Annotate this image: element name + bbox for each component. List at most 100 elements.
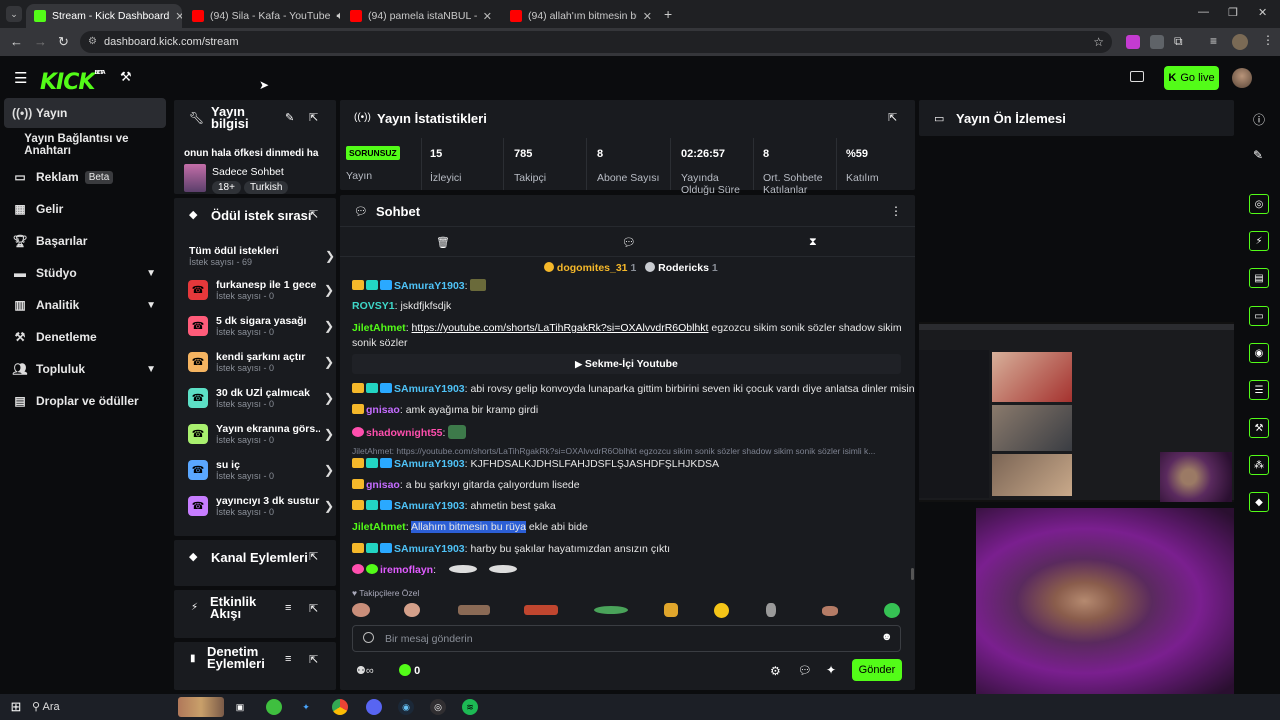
rail-document-icon[interactable]: ▤: [1249, 268, 1269, 288]
sidebar-item-analitik[interactable]: ▥ Analitik ▼: [4, 290, 166, 320]
new-tab-icon[interactable]: +: [664, 6, 672, 22]
channel-points-icon[interactable]: ⚉∞: [356, 664, 374, 677]
rail-chat-icon[interactable]: ▭: [1249, 306, 1269, 326]
emote[interactable]: [884, 603, 900, 618]
reward-item[interactable]: ☎ Yayın ekranına görs... İstek sayısı - 0 ❯: [188, 416, 334, 452]
emote[interactable]: [822, 606, 838, 616]
restore-icon[interactable]: ❐: [1228, 6, 1238, 19]
chat-username[interactable]: JiletAhmet: [352, 521, 406, 533]
emote[interactable]: [404, 603, 420, 617]
back-icon[interactable]: ←: [10, 34, 23, 49]
audio-icon[interactable]: 🔊︎: [336, 10, 340, 23]
sidebar-item-topluluk[interactable]: 👥︎ Topluluk ▼: [4, 354, 166, 384]
rail-list-icon[interactable]: ☰: [1249, 380, 1269, 400]
sidebar-item-droplar[interactable]: ▤ Droplar ve ödüller: [4, 386, 166, 416]
emote[interactable]: [766, 603, 776, 617]
kick-points-badge[interactable]: 0: [399, 664, 420, 677]
rail-gift-icon[interactable]: ◆: [1249, 492, 1269, 512]
taskbar-search[interactable]: ⚲ Ara: [32, 698, 172, 716]
chat-username[interactable]: SAmuraY1903: [394, 500, 465, 512]
steam-icon[interactable]: ◉: [398, 699, 414, 715]
sidebar-item-studyo[interactable]: ▬ Stüdyo ▼: [4, 258, 166, 288]
forward-icon[interactable]: →: [34, 34, 47, 49]
profile-avatar[interactable]: [1232, 34, 1248, 50]
chat-username[interactable]: shadownight55: [366, 427, 442, 439]
close-tab-icon[interactable]: ✕: [483, 10, 492, 23]
taskbar-weather-widget[interactable]: [178, 697, 224, 717]
reward-item[interactable]: ☎ kendi şarkını açtır İstek sayısı - 0 ❯: [188, 344, 334, 380]
popout-icon[interactable]: ⇱: [309, 111, 318, 124]
reward-item[interactable]: ☎ yayıncıyı 3 dk sustur İstek sayısı - 0 ❯: [188, 488, 334, 524]
go-live-button[interactable]: K Go live: [1164, 66, 1219, 90]
chrome-icon[interactable]: [332, 699, 348, 715]
rail-bolt-icon[interactable]: ⚡︎: [1249, 231, 1269, 251]
tab-youtube-allahim[interactable]: (94) allah'ım bitmesin bu rüya - ✕: [502, 4, 660, 28]
rail-wrench-icon[interactable]: ⚒: [1249, 418, 1269, 438]
chat-mode-icon[interactable]: 💬︎: [622, 236, 636, 249]
chat-menu-icon[interactable]: ⋮: [890, 204, 902, 218]
emote[interactable]: [458, 605, 490, 615]
sidebar-item-reklam[interactable]: ▭ Reklam Beta: [4, 162, 166, 192]
bookmark-star-icon[interactable]: ☆: [1093, 31, 1104, 53]
chat-username[interactable]: iremoflayn: [380, 564, 433, 576]
send-button[interactable]: Gönder: [852, 659, 902, 681]
chat-username[interactable]: gnisao: [366, 479, 400, 491]
chat-username[interactable]: gnisao: [366, 404, 400, 416]
all-rewards-item[interactable]: Tüm ödül istekleri İstek sayısı - 69 ❯: [189, 238, 335, 274]
sidebar-item-denetleme[interactable]: ⚒ Denetleme: [4, 322, 166, 352]
rail-target-icon[interactable]: ◎: [1249, 194, 1269, 214]
close-tab-icon[interactable]: ✕: [175, 10, 182, 23]
rail-broadcast-icon[interactable]: ◉: [1249, 343, 1269, 363]
user-avatar[interactable]: [1232, 68, 1252, 88]
chat-username[interactable]: SAmuraY1903: [394, 458, 465, 470]
close-window-icon[interactable]: ✕: [1258, 6, 1267, 19]
close-tab-icon[interactable]: ✕: [643, 10, 652, 23]
trash-icon[interactable]: 🗑︎: [436, 236, 450, 249]
extension-icon[interactable]: [1126, 35, 1140, 49]
emoji-picker-icon[interactable]: ☻: [881, 631, 893, 643]
chat-username[interactable]: SAmuraY1903: [394, 543, 465, 555]
sidebar-item-stream-key[interactable]: Yayın Bağlantısı ve Anahtarı: [4, 130, 166, 160]
hamburger-menu-icon[interactable]: ☰: [14, 69, 27, 87]
hourglass-icon[interactable]: ⧗: [809, 236, 817, 249]
tab-kick-dashboard[interactable]: Stream - Kick Dashboard ✕: [26, 4, 182, 28]
edit-pencil-icon[interactable]: ✎: [285, 111, 294, 124]
reward-item[interactable]: ☎ 30 dk UZİ çalmıcak İstek sayısı - 0 ❯: [188, 380, 334, 416]
tab-search-icon[interactable]: ≡: [1210, 34, 1217, 48]
taskbar-app-icon[interactable]: [366, 699, 382, 715]
chat-mod-icon[interactable]: ✦: [826, 663, 836, 677]
minimize-icon[interactable]: —: [1198, 6, 1209, 18]
popout-icon[interactable]: ⇱: [309, 550, 318, 563]
filter-icon[interactable]: ≡: [285, 602, 291, 614]
reward-item[interactable]: ☎ furkanesp ile 1 gece İstek sayısı - 0 ❯: [188, 272, 334, 308]
extension-icon[interactable]: [1150, 35, 1164, 49]
chat-username[interactable]: JiletAhmet: [352, 322, 406, 334]
youtube-embed-bar[interactable]: ▶ Sekme-İçi Youtube: [352, 354, 901, 374]
chat-popout-icon[interactable]: 💬︎: [798, 664, 812, 677]
rail-edit-icon[interactable]: ✎: [1253, 148, 1263, 162]
chat-link[interactable]: https://youtube.com/shorts/LaTihRgakRk?s…: [412, 322, 709, 334]
kick-logo[interactable]: KICKBETA: [40, 70, 106, 95]
popout-icon[interactable]: ⇱: [309, 602, 318, 615]
chat-username[interactable]: ROVSY1: [352, 300, 395, 312]
chat-scrollbar[interactable]: [911, 568, 914, 580]
reward-item[interactable]: ☎ su iç İstek sayısı - 0 ❯: [188, 452, 334, 488]
rail-people-icon[interactable]: ⁂: [1249, 455, 1269, 475]
extensions-puzzle-icon[interactable]: ⧉: [1174, 34, 1183, 49]
chat-settings-icon[interactable]: ⚙: [770, 664, 781, 678]
tab-youtube-sila[interactable]: (94) Sila - Kafa - YouTube 🔊︎ ✕: [184, 4, 340, 28]
chat-message-input[interactable]: Bir mesaj gönderin ☻: [352, 625, 901, 652]
hammer-icon[interactable]: ⚒: [120, 69, 132, 85]
taskbar-app-icon[interactable]: ✦: [298, 699, 314, 715]
emote[interactable]: [594, 606, 628, 614]
taskbar-app-icon[interactable]: [266, 699, 282, 715]
emote[interactable]: [664, 603, 678, 617]
url-input[interactable]: ⚙ dashboard.kick.com/stream ☆: [80, 31, 1112, 53]
emote[interactable]: [352, 603, 370, 617]
obs-icon[interactable]: ◎: [430, 699, 446, 715]
tab-youtube-pamela[interactable]: (94) pamela istaNBUL - YouTub ✕: [342, 4, 500, 28]
chat-username[interactable]: SAmuraY1903: [394, 280, 465, 292]
task-view-icon[interactable]: ▣: [232, 699, 248, 715]
emote[interactable]: [524, 605, 558, 615]
sidebar-item-yayin[interactable]: ((•)) Yayın: [4, 98, 166, 128]
